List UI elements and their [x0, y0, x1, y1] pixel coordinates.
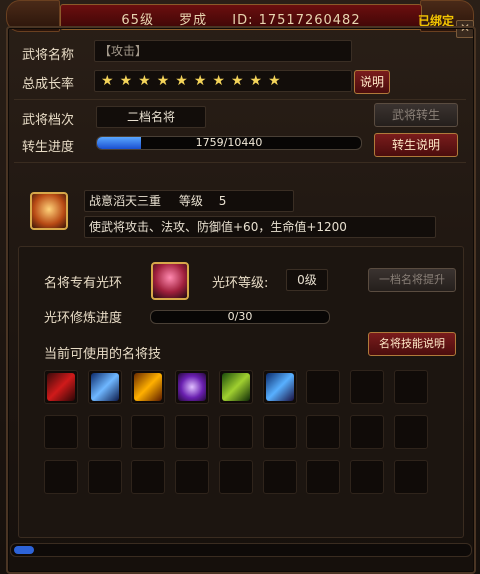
skill-icon[interactable] — [30, 192, 68, 230]
general-name-value: 【攻击】 — [94, 40, 352, 62]
halo-train-progress-text: 0/30 — [227, 310, 253, 323]
skill-slot[interactable] — [262, 460, 297, 494]
star-icon: ★ — [268, 73, 281, 89]
usable-skills-label: 当前可使用的名将技 — [44, 347, 162, 362]
skill-header: 战意滔天三重 等级 5 — [84, 190, 294, 212]
skill-slot[interactable] — [218, 370, 253, 404]
star-icon: ★ — [119, 73, 133, 89]
skill-level-label: 等级 — [178, 194, 203, 208]
skill-slot[interactable] — [349, 460, 384, 494]
skill-slot[interactable] — [349, 415, 384, 449]
scrollbar[interactable] — [10, 543, 472, 557]
skill-slot[interactable] — [44, 415, 78, 449]
star-icon: ★ — [212, 73, 225, 89]
skill-slot[interactable] — [218, 460, 253, 494]
skill-slot[interactable] — [349, 370, 384, 404]
skill-slot[interactable] — [218, 415, 253, 449]
skill-slot[interactable] — [306, 415, 341, 449]
growth-help-button[interactable]: 说明 — [354, 70, 390, 94]
skill-slot[interactable] — [262, 415, 297, 449]
halo-icon[interactable] — [151, 262, 189, 300]
green-beast-icon — [221, 373, 250, 401]
divider — [14, 99, 466, 100]
skill-description: 使武将攻击、法攻、防御值+60，生命值+1200 — [84, 216, 436, 238]
skill-slot[interactable] — [306, 460, 341, 494]
star-icon: ★ — [156, 73, 170, 89]
name-label: 武将名称 — [22, 48, 75, 63]
blue-strike-icon — [90, 373, 119, 401]
star-icon: ★ — [175, 73, 188, 89]
skill-slot[interactable] — [131, 460, 166, 494]
fire-phoenix-icon — [134, 373, 163, 401]
star-icon: ★ — [249, 73, 263, 89]
halo-label: 名将专有光环 — [44, 276, 123, 291]
growth-label: 总成长率 — [22, 77, 75, 92]
skill-slot[interactable] — [175, 370, 210, 404]
purple-vortex-icon — [178, 373, 207, 401]
skill-slot[interactable] — [393, 370, 428, 404]
skill-level: 5 — [218, 194, 227, 208]
rebirth-help-button[interactable]: 转生说明 — [374, 133, 458, 157]
skill-slot[interactable] — [393, 415, 428, 449]
grade-label: 武将档次 — [22, 113, 75, 128]
skill-slot[interactable] — [87, 415, 122, 449]
grade-value: 二档名将 — [96, 106, 206, 128]
skill-slot[interactable] — [44, 460, 78, 494]
skill-slot[interactable] — [87, 460, 122, 494]
star-icon: ★ — [101, 73, 114, 89]
blade-slash-icon — [47, 373, 75, 401]
star-icon: ★ — [193, 73, 207, 89]
skill-slot[interactable] — [131, 415, 166, 449]
progress-label: 转生进度 — [22, 140, 75, 155]
scrollbar-thumb[interactable] — [14, 546, 34, 554]
skill-slot[interactable] — [175, 415, 210, 449]
skill-slot[interactable] — [175, 460, 210, 494]
skill-name: 战意滔天三重 — [89, 194, 162, 208]
star-icon: ★ — [138, 73, 151, 89]
halo-level-label: 光环等级: — [212, 276, 269, 291]
skill-slot[interactable] — [44, 370, 78, 404]
halo-train-progress-bar: 0/30 — [150, 310, 330, 324]
skills-help-button[interactable]: 名将技能说明 — [368, 332, 456, 356]
halo-upgrade-button[interactable]: 一档名将提升 — [368, 268, 456, 292]
skill-slot[interactable] — [306, 370, 341, 404]
skill-slot[interactable] — [393, 460, 428, 494]
skill-slot[interactable] — [131, 370, 166, 404]
divider — [14, 162, 466, 163]
rebirth-button[interactable]: 武将转生 — [374, 103, 458, 127]
halo-level-value: 0级 — [286, 269, 328, 291]
skill-slot[interactable] — [87, 370, 122, 404]
skill-slot[interactable] — [262, 370, 297, 404]
general-info-window: 65级 罗成 ID: 17517260482 已绑定 ✕ 武将名称 【攻击】 总… — [0, 0, 480, 574]
blue-rain-icon — [265, 373, 294, 401]
rebirth-progress-bar: 1759/10440 — [96, 136, 362, 150]
star-icon: ★ — [230, 73, 244, 89]
halo-train-label: 光环修炼进度 — [44, 311, 123, 326]
rebirth-progress-text: 1759/10440 — [195, 136, 263, 149]
growth-stars: ★ ★ ★ ★ ★ ★ ★ ★ ★ ★ — [94, 70, 352, 92]
